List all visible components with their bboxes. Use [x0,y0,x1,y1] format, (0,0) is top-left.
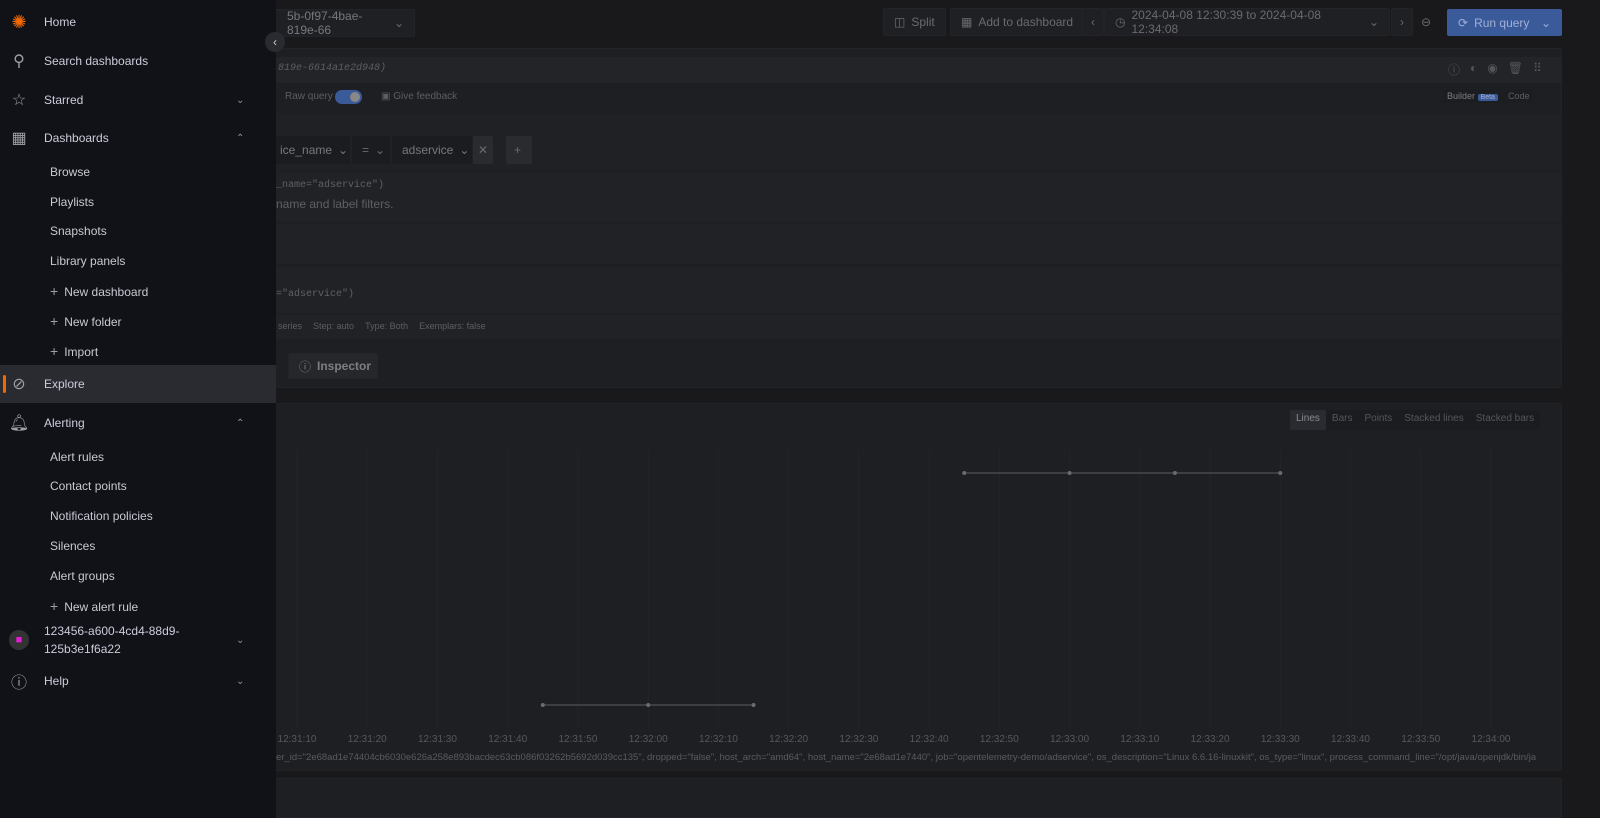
data-point [962,471,967,475]
sidebar-menu: ✺ Home ⚲ Search dashboards ☆ Starred ⌄ ▦ Dash… [0,0,276,818]
sidebar-item-playlists[interactable]: Playlists [50,195,94,209]
help-circle-icon: ⓘ [10,675,27,692]
bell-icon: 🔔︎ [8,415,30,432]
bottom-panel [250,778,1562,818]
data-point [751,703,756,707]
sidebar-item-starred[interactable]: ☆ Starred ⌄ [0,82,276,118]
chevron-down-icon: ⌄ [236,94,245,106]
active-indicator [3,375,6,393]
sidebar-item-new-dashboard[interactable]: + New dashboard [50,283,148,299]
chevron-up-icon: ⌃ [236,417,245,429]
sidebar-item-import[interactable]: + Import [50,343,98,359]
x-tick-label: 12:32:30 [839,734,879,745]
x-tick-label: 12:33:20 [1190,734,1230,745]
x-tick-label: 12:33:00 [1050,734,1090,745]
search-icon: ⚲ [13,53,25,70]
sidebar-item-snapshots[interactable]: Snapshots [50,224,107,238]
sidebar-item-library-panels[interactable]: Library panels [50,254,125,268]
data-point [1067,471,1072,475]
sidebar-item-dashboards[interactable]: ▦ Dashboards ⌃ [0,120,276,156]
sidebar-item-notification-policies[interactable]: Notification policies [50,509,153,523]
sidebar-item-alerting[interactable]: 🔔︎ Alerting ⌃ [0,405,276,441]
sidebar-item-alert-groups[interactable]: Alert groups [50,569,115,583]
x-tick-label: 12:33:30 [1260,734,1300,745]
sidebar-item-search[interactable]: ⚲ Search dashboards [0,43,276,79]
chevron-up-icon: ⌃ [236,132,245,144]
chevron-down-icon: ⌄ [236,634,245,646]
plus-icon: + [50,343,59,359]
chevron-left-icon: ‹ [273,35,277,49]
x-tick-label: 12:33:40 [1331,734,1370,745]
x-tick-label: 12:33:50 [1401,734,1441,745]
x-tick-label: 12:31:10 [277,734,317,745]
sidebar-item-alert-rules[interactable]: Alert rules [50,450,104,464]
x-tick-label: 12:34:00 [1471,734,1511,745]
plus-icon: + [50,598,59,614]
grafana-logo-icon: ✺ [11,11,27,32]
x-tick-label: 12:32:20 [769,734,809,745]
x-tick-label: 12:31:50 [558,734,598,745]
sidebar-item-new-alert-rule[interactable]: + New alert rule [50,598,138,614]
x-tick-label: 12:32:10 [698,734,738,745]
x-tick-label: 12:32:40 [909,734,949,745]
avatar: ■ [9,630,29,650]
sidebar-item-explore[interactable]: ⊘ Explore [0,365,276,403]
chevron-down-icon: ⌄ [236,675,245,687]
sidebar-item-help[interactable]: ⓘ Help ⌄ [0,663,276,699]
x-tick-label: 12:32:50 [979,734,1019,745]
x-tick-label: 12:31:40 [488,734,528,745]
series-legend[interactable]: er_id="2e68ad1e74404cb6030e626a258e893ba… [276,752,1556,763]
dashboards-grid-icon: ▦ [11,130,27,147]
sidebar-item-new-folder[interactable]: + New folder [50,313,122,329]
x-tick-label: 12:32:00 [628,734,668,745]
collapse-sidebar-button[interactable]: ‹ [265,32,285,52]
sidebar-item-silences[interactable]: Silences [50,539,95,553]
sidebar-item-home[interactable]: ✺ Home [0,4,276,40]
sidebar-item-org[interactable]: ■ 123456-a600-4cd4-88d9- 125b3e1f6a22 ⌄ [0,622,276,658]
plus-icon: + [50,283,59,299]
compass-icon: ⊘ [12,376,26,393]
data-point [1172,471,1177,475]
plus-icon: + [50,313,59,329]
star-icon: ☆ [11,92,27,109]
data-point [540,703,545,707]
data-point [1278,471,1283,475]
sidebar-item-browse[interactable]: Browse [50,165,90,179]
x-tick-label: 12:33:10 [1120,734,1160,745]
x-tick-label: 12:31:30 [418,734,457,745]
x-tick-label: 12:31:20 [347,734,387,745]
sidebar-item-contact-points[interactable]: Contact points [50,479,127,493]
data-point [646,703,651,707]
